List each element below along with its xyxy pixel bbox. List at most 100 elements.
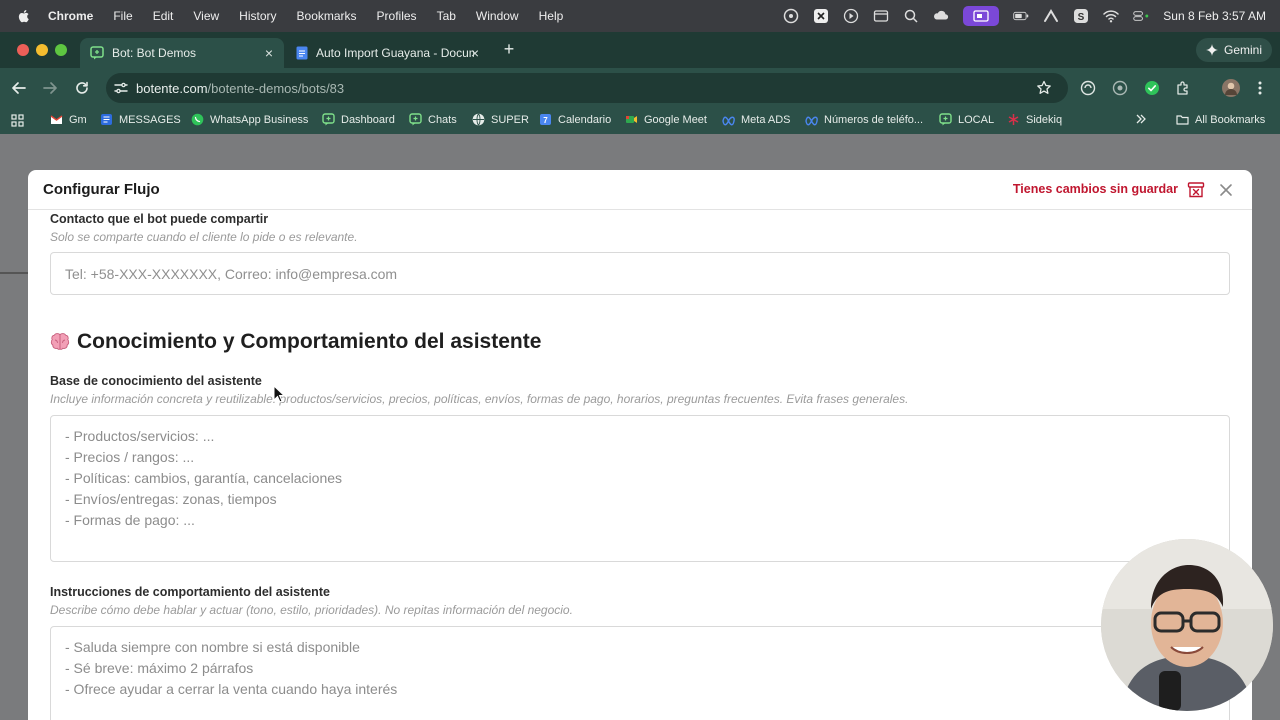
section-title-text: Conocimiento y Comportamiento del asiste…	[77, 330, 542, 353]
bookmark-numeros-telefono[interactable]: Números de teléfo...	[805, 113, 923, 126]
chatgpt-tray-icon[interactable]	[783, 8, 799, 24]
webcam-overlay	[1101, 539, 1273, 711]
bookmark-chats[interactable]: Chats	[409, 113, 457, 126]
menu-profiles[interactable]: Profiles	[377, 9, 417, 23]
profile-avatar[interactable]	[1222, 79, 1240, 97]
arc-tray-icon[interactable]	[1043, 8, 1059, 24]
menu-tab[interactable]: Tab	[437, 9, 456, 23]
search-icon[interactable]	[903, 8, 919, 24]
forward-arrow-icon[interactable]	[41, 79, 59, 97]
gmail-icon	[50, 115, 63, 124]
brain-icon	[50, 333, 70, 350]
battery-icon[interactable]	[1013, 8, 1029, 24]
presenter-video-image	[1101, 539, 1273, 711]
macos-menu-bar: Chrome File Edit View History Bookmarks …	[0, 0, 1280, 32]
behavior-instructions-textarea[interactable]: - Saluda siempre con nombre si está disp…	[50, 626, 1230, 720]
tab-bot-demos[interactable]: Bot: Bot Demos ×	[80, 38, 284, 68]
folder-icon	[1176, 115, 1189, 125]
url-path: /botente-demos/bots/83	[207, 80, 345, 96]
close-tab-icon[interactable]: ×	[262, 46, 276, 60]
bookmark-label: SUPER	[491, 113, 529, 126]
window-close-button[interactable]	[17, 44, 29, 56]
bookmark-messages[interactable]: MESSAGES	[100, 113, 181, 126]
extension-chatgpt-icon[interactable]	[1080, 80, 1096, 96]
bookmark-sidekiq[interactable]: Sidekiq	[1007, 113, 1062, 126]
knowledge-base-help: Incluye información concreta y reutiliza…	[50, 392, 909, 406]
bookmark-meta-ads[interactable]: Meta ADS	[722, 113, 791, 126]
placeholder-line: - Envíos/entregas: zonas, tiempos	[65, 491, 277, 507]
mouse-cursor-icon	[273, 385, 285, 403]
bookmarks-overflow-button[interactable]	[1135, 113, 1147, 125]
chevron-double-right-icon	[1136, 114, 1146, 124]
discard-changes-icon[interactable]	[1187, 181, 1205, 199]
placeholder-line: - Sé breve: máximo 2 párrafos	[65, 660, 254, 676]
meta-icon	[722, 116, 735, 126]
placeholder-line: - Ofrece ayudar a cerrar la venta cuando…	[65, 681, 398, 697]
url-text[interactable]: botente.com/botente-demos/bots/83	[136, 81, 344, 96]
bookmark-local[interactable]: LOCAL	[939, 113, 994, 126]
reload-icon[interactable]	[73, 79, 91, 97]
svg-text:7: 7	[543, 116, 548, 125]
close-tab-icon[interactable]: ×	[468, 46, 482, 60]
menu-bookmarks[interactable]: Bookmarks	[297, 9, 357, 23]
capcut-tray-icon[interactable]	[813, 8, 829, 24]
menubar-clock[interactable]: Sun 8 Feb 3:57 AM	[1163, 9, 1266, 23]
new-tab-button[interactable]: +	[500, 40, 518, 58]
background-divider	[0, 272, 28, 274]
screen-recording-icon[interactable]	[963, 6, 1000, 26]
back-arrow-icon[interactable]	[10, 79, 28, 97]
chrome-menu-icon[interactable]	[1258, 80, 1262, 96]
apps-grid-icon[interactable]	[11, 114, 24, 127]
window-zoom-button[interactable]	[55, 44, 67, 56]
bookmark-label: MESSAGES	[119, 113, 181, 126]
bookmarks-bar: Gm MESSAGES WhatsApp Business Dashboard …	[0, 108, 1280, 134]
knowledge-base-textarea[interactable]: - Productos/servicios: ... - Precios / r…	[50, 415, 1230, 562]
menu-app-name[interactable]: Chrome	[48, 9, 93, 23]
cloud-tray-icon[interactable]	[933, 8, 949, 24]
site-settings-icon[interactable]	[114, 81, 128, 95]
close-icon[interactable]	[1218, 182, 1234, 198]
bookmark-calendario[interactable]: 7 Calendario	[539, 113, 611, 126]
bot-chat-icon	[939, 113, 952, 126]
bot-chat-icon	[90, 46, 104, 60]
bookmark-label: Chats	[428, 113, 457, 126]
contact-input[interactable]: Tel: +58-XXX-XXXXXXX, Correo: info@empre…	[50, 252, 1230, 295]
messages-icon	[101, 114, 112, 125]
url-host: botente.com	[136, 80, 208, 96]
bookmark-whatsapp-business[interactable]: WhatsApp Business	[191, 113, 308, 126]
placeholder-line: - Productos/servicios: ...	[65, 428, 215, 444]
menu-help[interactable]: Help	[539, 9, 564, 23]
menu-edit[interactable]: Edit	[153, 9, 174, 23]
bookmark-google-meet[interactable]: Google Meet	[625, 113, 707, 126]
menu-file[interactable]: File	[113, 9, 132, 23]
window-minimize-button[interactable]	[36, 44, 48, 56]
tab-auto-import-doc[interactable]: Auto Import Guayana - Docum ×	[286, 38, 490, 68]
meta-icon	[805, 116, 818, 126]
bookmark-star-icon[interactable]	[1036, 80, 1052, 96]
menu-window[interactable]: Window	[476, 9, 519, 23]
play-tray-icon[interactable]	[843, 8, 859, 24]
apple-logo-icon[interactable]	[16, 8, 32, 24]
modal-title: Configurar Flujo	[43, 181, 160, 198]
gemini-button[interactable]: Gemini	[1195, 38, 1272, 62]
whatsapp-icon	[191, 113, 204, 126]
bot-chat-icon	[409, 113, 422, 126]
bookmark-label: Google Meet	[644, 113, 707, 126]
control-center-icon[interactable]	[1133, 8, 1149, 24]
bookmark-label: Sidekiq	[1026, 113, 1063, 126]
knowledge-base-label: Base de conocimiento del asistente	[50, 374, 262, 388]
wifi-icon[interactable]	[1103, 8, 1120, 24]
behavior-instructions-placeholder: - Saluda siempre con nombre si está disp…	[65, 637, 397, 700]
screen-tray-icon[interactable]	[873, 8, 889, 24]
bookmark-dashboard[interactable]: Dashboard	[322, 113, 395, 126]
menu-view[interactable]: View	[193, 9, 219, 23]
extension-target-icon[interactable]	[1112, 80, 1128, 96]
bookmark-super[interactable]: SUPER	[472, 113, 529, 126]
s-app-tray-icon[interactable]: S	[1073, 8, 1089, 24]
bookmark-gmail[interactable]: Gm	[50, 113, 87, 126]
extensions-puzzle-icon[interactable]	[1175, 80, 1191, 96]
address-bar[interactable]: botente.com/botente-demos/bots/83	[106, 73, 1068, 103]
menu-history[interactable]: History	[239, 9, 276, 23]
all-bookmarks-button[interactable]: All Bookmarks	[1176, 113, 1265, 126]
extension-check-icon[interactable]	[1144, 80, 1160, 96]
